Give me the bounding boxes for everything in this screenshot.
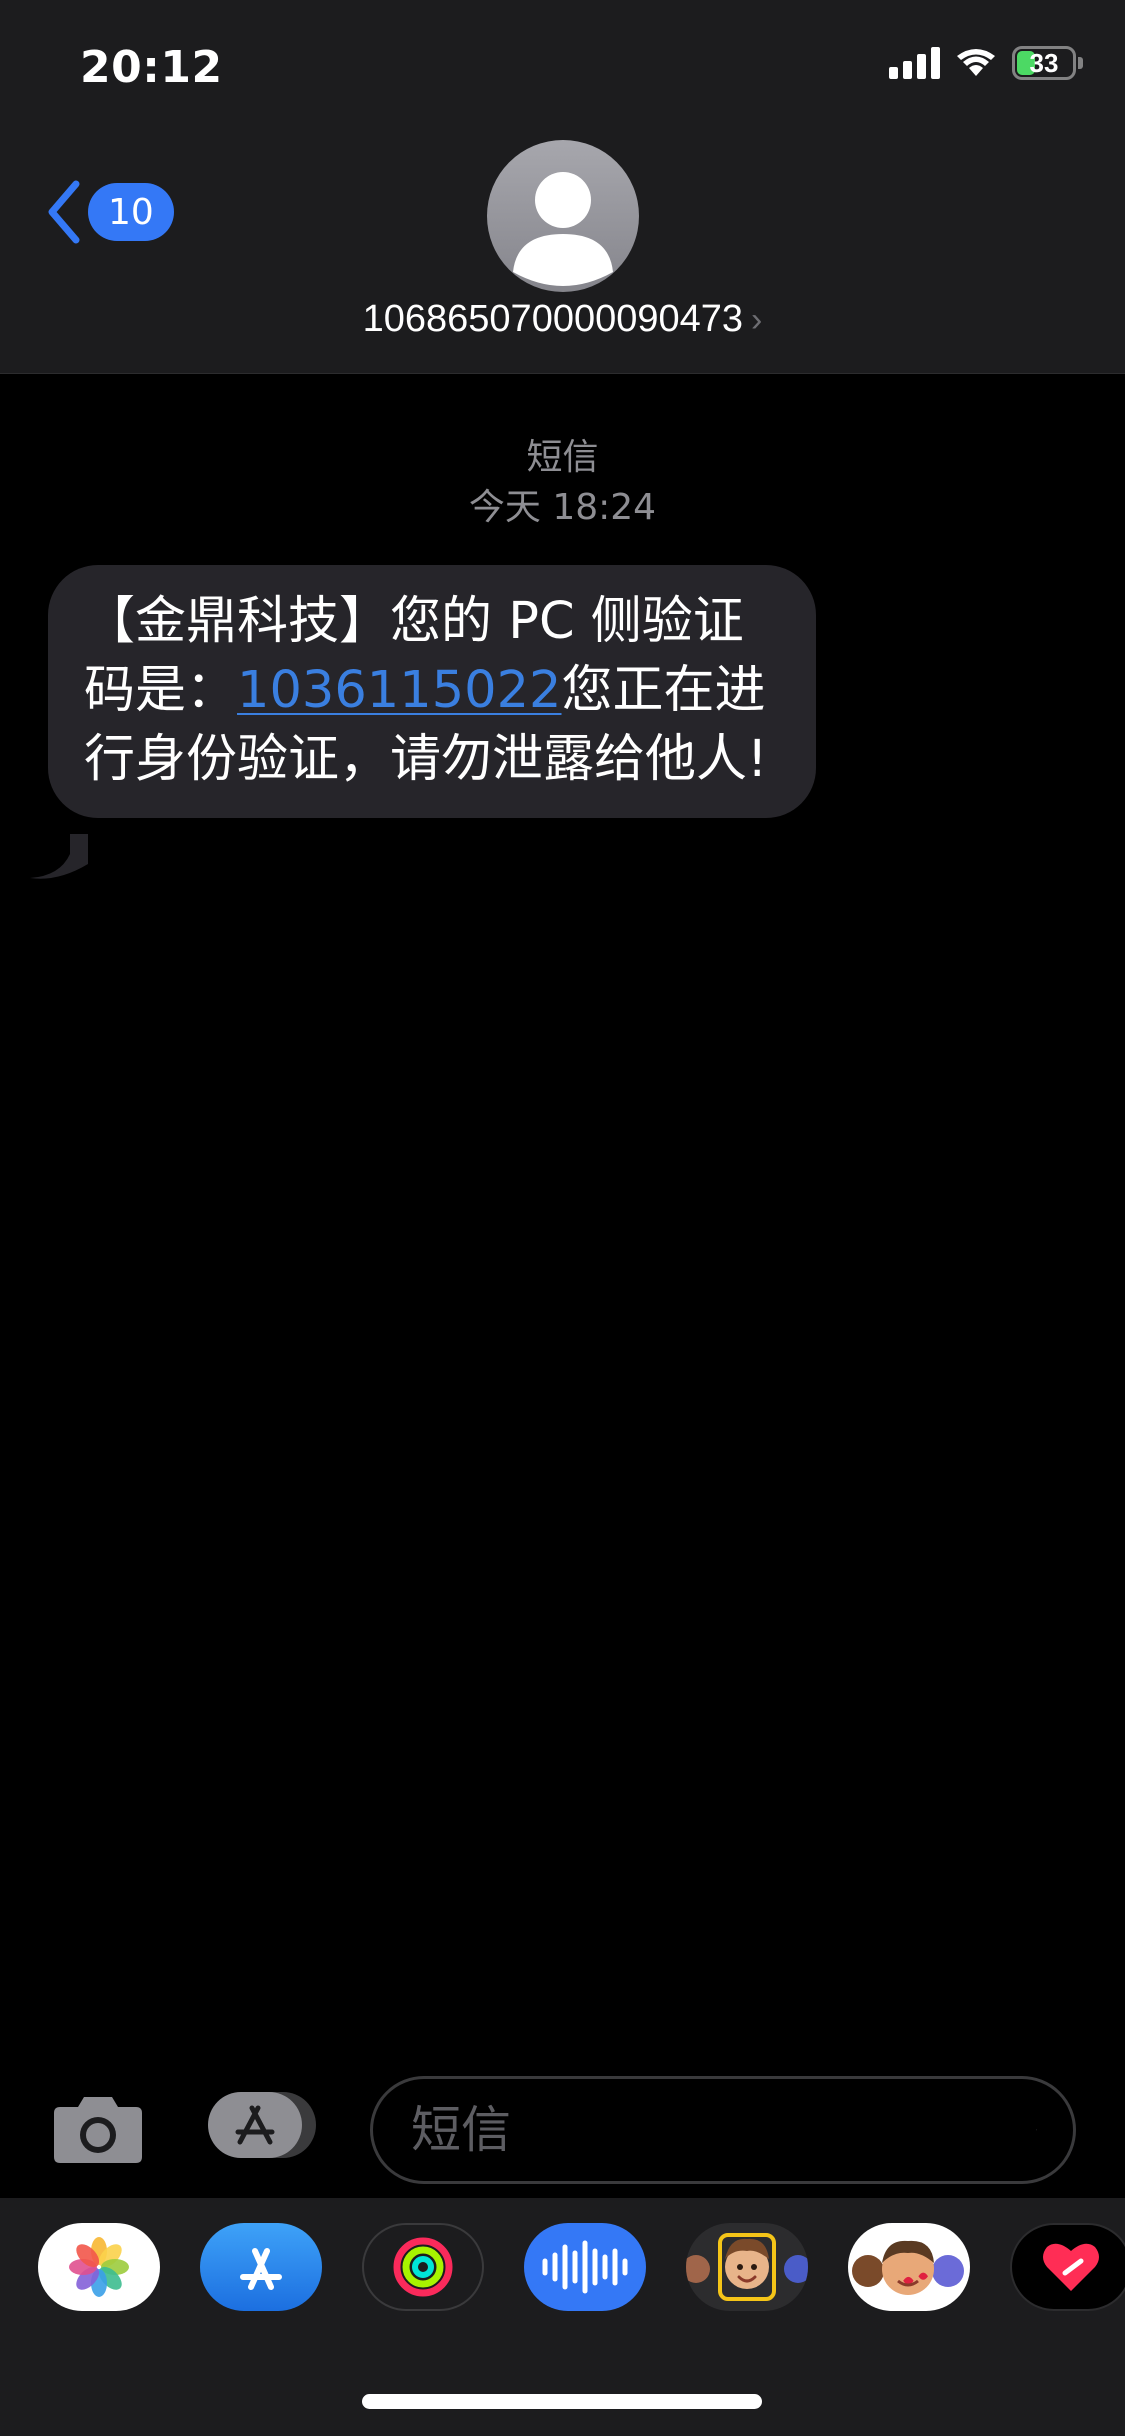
digital-touch-icon (1043, 2243, 1099, 2291)
cellular-signal-icon (889, 47, 940, 79)
photos-app-icon (69, 2237, 129, 2297)
app-store-drawer-button[interactable] (200, 2223, 322, 2311)
digital-touch-button[interactable] (1010, 2223, 1125, 2311)
message-timestamp: 今天 18:24 (468, 487, 657, 528)
contact-number: 106865070000090473 (362, 298, 744, 340)
battery-indicator: 33 (1012, 46, 1083, 80)
memoji-stickers-button[interactable] (848, 2223, 970, 2311)
chevron-left-icon (48, 180, 80, 244)
person-icon (513, 172, 613, 286)
memoji-icon (686, 2233, 808, 2301)
camera-icon (54, 2097, 142, 2163)
activity-icon (393, 2237, 453, 2297)
audio-message-button[interactable] (524, 2223, 646, 2311)
audio-message-icon (542, 2240, 628, 2294)
verification-code-link[interactable]: 1036115022 (237, 661, 561, 720)
home-indicator[interactable] (362, 2394, 762, 2409)
contact-name-button[interactable]: 106865070000090473 › (0, 298, 1125, 341)
status-indicators: 33 (889, 46, 1083, 80)
camera-button[interactable] (52, 2093, 144, 2169)
memoji-stickers-icon (852, 2240, 964, 2295)
back-button[interactable]: 10 (46, 180, 174, 244)
wifi-icon (957, 49, 995, 76)
app-store-drawer-icon (240, 2248, 282, 2290)
service-label: 短信 (526, 437, 599, 478)
activity-button[interactable] (362, 2223, 484, 2311)
battery-level: 33 (1029, 47, 1059, 78)
unread-count-badge: 10 (88, 183, 174, 241)
status-time: 20:12 (80, 42, 223, 93)
chevron-right-icon: › (751, 301, 763, 339)
message-input-field[interactable] (370, 2076, 1076, 2184)
message-input[interactable] (409, 2100, 1036, 2160)
message-bubble[interactable]: 【金鼎科技】您的 PC 侧验证码是：1036115022您正在进行身份验证，请勿… (48, 565, 816, 818)
app-store-button[interactable] (208, 2090, 318, 2164)
microphone-icon[interactable] (1036, 2098, 1037, 2162)
memoji-button[interactable] (686, 2223, 808, 2311)
bubble-tail (30, 834, 88, 879)
contact-avatar[interactable] (487, 140, 639, 292)
app-store-icon (208, 2092, 316, 2158)
conversation-header: 20:12 33 10 106865070000090473 › (0, 0, 1125, 374)
photos-app-button[interactable] (38, 2223, 160, 2311)
